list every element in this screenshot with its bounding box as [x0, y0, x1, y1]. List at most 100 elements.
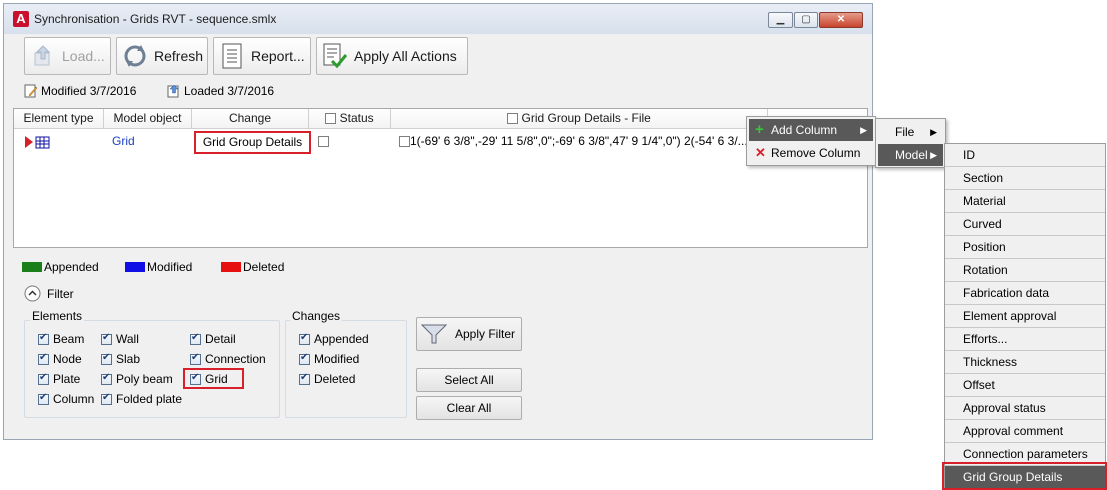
slab-checkbox[interactable]: Slab [101, 352, 140, 366]
modified-info: Modified 3/7/2016 [24, 84, 136, 98]
poly-beam-checkbox[interactable]: Poly beam [101, 372, 173, 386]
model-item-offset[interactable]: Offset [945, 374, 1105, 397]
model-object-cell[interactable]: Grid [112, 131, 135, 151]
col-header-grid-group-file[interactable]: Grid Group Details - File [391, 109, 768, 129]
filter-toggle[interactable]: Filter [24, 285, 74, 302]
pencil-document-icon [24, 84, 38, 98]
apply-filter-button[interactable]: Apply Filter [416, 317, 522, 351]
checkbox-box [101, 352, 112, 365]
add-column-label: Add Column [771, 123, 838, 137]
close-icon: ✕ [836, 14, 846, 25]
submenu-arrow-icon: ▶ [930, 127, 937, 137]
report-label: Report... [251, 48, 305, 64]
legend-label: Modified [147, 260, 193, 274]
element-type-cell [23, 131, 53, 151]
model-item-curved[interactable]: Curved [945, 213, 1105, 236]
report-button[interactable]: Report... [213, 37, 311, 75]
elements-group-title: Elements [30, 309, 85, 323]
load-button[interactable]: Load... [24, 37, 111, 75]
model-item-approval-status[interactable]: Approval status [945, 397, 1105, 420]
deleted-checkbox[interactable]: Deleted [299, 372, 355, 386]
folded-plate-checkbox[interactable]: Folded plate [101, 392, 182, 406]
checkbox-box [299, 352, 310, 365]
modified-swatch [125, 262, 145, 272]
apply-all-actions-button[interactable]: Apply All Actions [316, 37, 468, 75]
checkbox-label: Node [53, 352, 82, 366]
minimize-button[interactable]: ▁ [768, 12, 793, 28]
checkbox-box [38, 392, 49, 405]
checkbox-box [190, 332, 201, 345]
checkbox-box [190, 352, 201, 365]
status-cell[interactable] [318, 131, 329, 151]
file-value-cell[interactable]: 1(-69' 6 3/8",-29' 11 5/8",0";-69' 6 3/8… [399, 131, 757, 151]
select-all-button[interactable]: Select All [416, 368, 522, 392]
submenu-arrow-icon: ▶ [860, 125, 867, 135]
model-submenu: ID Section Material Curved Position Rota… [944, 143, 1106, 489]
apply-all-icon [322, 43, 348, 69]
file-menu-item[interactable]: File ▶ [878, 121, 943, 143]
checkbox-label: Modified [314, 352, 360, 366]
refresh-icon [122, 43, 148, 69]
model-item-fabrication-data[interactable]: Fabrication data [945, 282, 1105, 305]
beam-checkbox[interactable]: Beam [38, 332, 84, 346]
legend-deleted: Deleted [221, 260, 284, 274]
modified-checkbox[interactable]: Modified [299, 352, 359, 366]
status-header-checkbox[interactable] [325, 113, 337, 125]
wall-checkbox[interactable]: Wall [101, 332, 139, 346]
col-header-element-type[interactable]: Element type [14, 109, 104, 129]
connection-checkbox[interactable]: Connection [190, 352, 266, 366]
model-item-id[interactable]: ID [945, 144, 1105, 167]
remove-x-icon: ✕ [755, 145, 766, 160]
column-checkbox[interactable]: Column [38, 392, 94, 406]
refresh-button[interactable]: Refresh [116, 37, 208, 75]
appended-checkbox[interactable]: Appended [299, 332, 369, 346]
model-item-material[interactable]: Material [945, 190, 1105, 213]
status-checkbox[interactable] [318, 136, 329, 148]
deleted-swatch [221, 262, 241, 272]
checkbox-label: Column [53, 392, 95, 406]
checkbox-box [101, 332, 112, 345]
model-menu-item[interactable]: Model ▶ [878, 144, 943, 166]
add-column-menu-item[interactable]: + Add Column ▶ [749, 119, 873, 141]
model-item-position[interactable]: Position [945, 236, 1105, 259]
node-checkbox[interactable]: Node [38, 352, 82, 366]
checkbox-label: Plate [53, 372, 81, 386]
checkbox-box [101, 372, 112, 385]
grid-group-details-highlight-frame [942, 462, 1107, 490]
remove-column-menu-item[interactable]: ✕ Remove Column [749, 142, 873, 164]
clear-all-button[interactable]: Clear All [416, 396, 522, 420]
maximize-button[interactable]: ▢ [794, 12, 818, 28]
model-item-thickness[interactable]: Thickness [945, 351, 1105, 374]
file-value-text: 1(-69' 6 3/8",-29' 11 5/8",0";-69' 6 3/8… [410, 134, 748, 148]
detail-checkbox[interactable]: Detail [190, 332, 236, 346]
grid-checkbox[interactable]: Grid [190, 372, 228, 386]
col-header-status[interactable]: Status [309, 109, 391, 129]
file-value-checkbox[interactable] [399, 136, 410, 148]
apply-filter-label: Apply Filter [455, 327, 516, 341]
app-logo-icon: A [13, 11, 29, 27]
checkbox-box [190, 372, 201, 385]
col-header-model-object[interactable]: Model object [104, 109, 192, 129]
sync-grid: Element type Model object Change Status … [13, 108, 868, 248]
model-item-rotation[interactable]: Rotation [945, 259, 1105, 282]
model-item-efforts[interactable]: Efforts... [945, 328, 1105, 351]
plate-checkbox[interactable]: Plate [38, 372, 80, 386]
filter-label: Filter [47, 286, 74, 301]
checkbox-label: Wall [116, 332, 139, 346]
checkbox-box [38, 332, 49, 345]
col-header-change[interactable]: Change [192, 109, 309, 129]
col-header-label: Element type [23, 111, 94, 125]
file-header-checkbox[interactable] [507, 113, 519, 125]
model-item-element-approval[interactable]: Element approval [945, 305, 1105, 328]
column-context-menu: + Add Column ▶ ✕ Remove Column [746, 116, 876, 166]
change-cell[interactable]: Grid Group Details [194, 131, 311, 154]
col-header-label: Model object [113, 111, 182, 125]
close-button[interactable]: ✕ [819, 12, 863, 28]
checkbox-box [299, 332, 310, 345]
col-header-label: Status [339, 111, 374, 125]
checkbox-label: Grid [205, 372, 228, 386]
model-item-section[interactable]: Section [945, 167, 1105, 190]
col-header-label: Change [228, 111, 272, 125]
legend-modified: Modified [125, 260, 192, 274]
model-item-approval-comment[interactable]: Approval comment [945, 420, 1105, 443]
